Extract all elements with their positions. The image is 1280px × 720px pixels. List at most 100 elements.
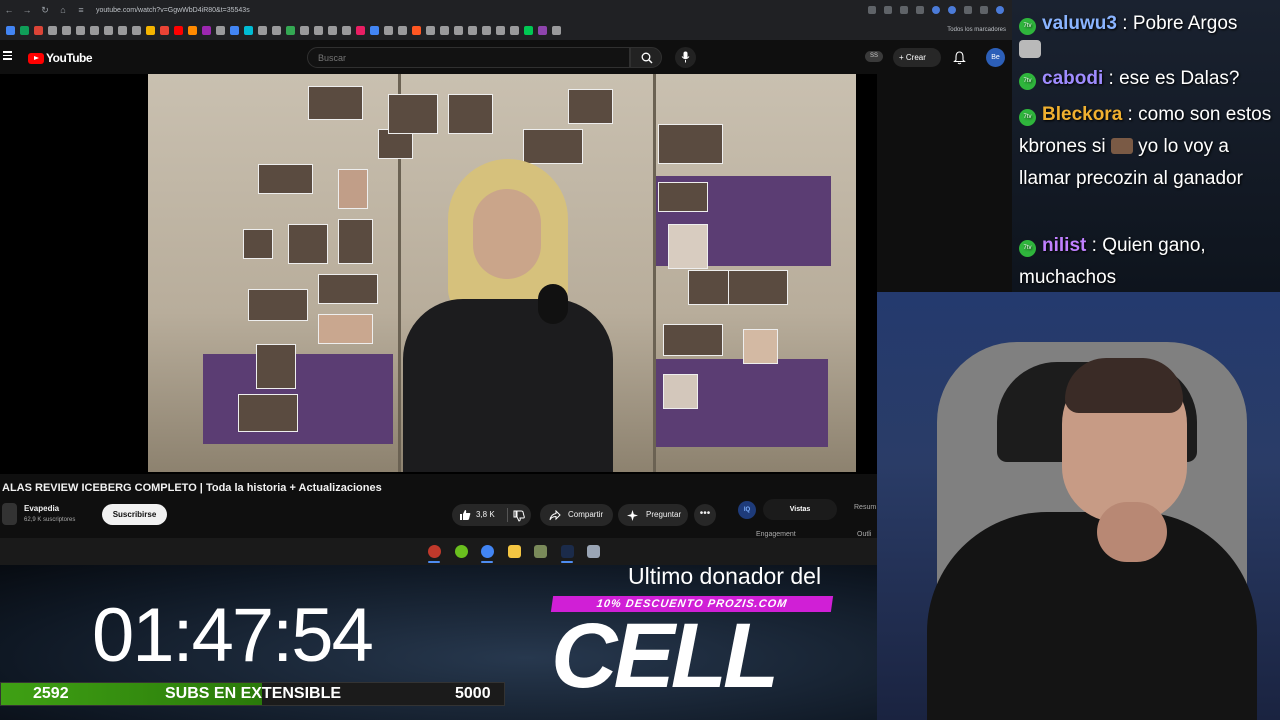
bookmark-icon[interactable]: [370, 25, 379, 35]
bookmark-icon[interactable]: [412, 25, 421, 35]
bookmark-icon[interactable]: [216, 25, 225, 35]
chat-emote-icon: [1019, 40, 1041, 58]
obs-icon[interactable]: [428, 545, 441, 558]
search-button[interactable]: [630, 47, 662, 68]
bookmark-icon[interactable]: [468, 25, 477, 35]
youtube-logo[interactable]: YouTube: [28, 51, 93, 65]
bookmark-icon[interactable]: [20, 25, 29, 35]
bookmark-icon[interactable]: [510, 25, 519, 35]
chat-text: ese es Dalas?: [1119, 68, 1240, 89]
extension-icon[interactable]: [932, 6, 940, 14]
bookmark-icon[interactable]: [300, 25, 309, 35]
wall-photo: [318, 314, 373, 344]
channel-avatar[interactable]: [2, 503, 17, 525]
bookmark-icon[interactable]: [426, 25, 435, 35]
youtube-header: YouTube: [0, 40, 1012, 74]
subscribe-button[interactable]: Suscribirse: [102, 504, 167, 525]
extension-icon[interactable]: [948, 6, 956, 14]
bookmark-icon[interactable]: [258, 25, 267, 35]
sparkle-icon: [627, 510, 638, 521]
chat-emote-icon: [1110, 138, 1133, 154]
bookmark-icon[interactable]: [552, 25, 561, 35]
bookmark-icon[interactable]: [384, 25, 393, 35]
7tv-badge-icon: 7tv: [1019, 18, 1036, 35]
extensions-puzzle-icon[interactable]: [964, 6, 972, 14]
bookmark-icon[interactable]: [538, 25, 547, 35]
star-icon[interactable]: [916, 6, 924, 14]
ask-button[interactable]: Preguntar: [618, 504, 688, 526]
outlier-label: Outli: [857, 531, 872, 538]
downloads-icon[interactable]: [980, 6, 988, 14]
bookmark-icon[interactable]: [230, 25, 239, 35]
profile-icon[interactable]: [996, 6, 1004, 14]
bookmark-icon[interactable]: [524, 25, 533, 35]
bookmark-icon[interactable]: [272, 25, 281, 35]
bookmark-icon[interactable]: [34, 25, 43, 35]
menu-icon[interactable]: [3, 51, 12, 60]
search-input[interactable]: [308, 48, 629, 68]
zoom-icon[interactable]: [868, 6, 876, 14]
video-player[interactable]: [0, 74, 877, 474]
bookmark-icon[interactable]: [398, 25, 407, 35]
bookmark-icon[interactable]: [314, 25, 323, 35]
bookmark-icon[interactable]: [286, 25, 295, 35]
tab-resumen[interactable]: Resum: [854, 504, 876, 511]
chat-message: 7tv nilist : Quien gano, muchachos: [1019, 235, 1206, 288]
ss-badge[interactable]: SS: [865, 51, 883, 62]
forward-icon[interactable]: →: [18, 5, 36, 15]
thumbs-up-icon[interactable]: [459, 509, 471, 521]
thumbs-down-icon[interactable]: [513, 510, 525, 522]
site-info-icon[interactable]: ≡: [72, 5, 90, 15]
bookmark-icon[interactable]: [132, 25, 141, 35]
app-icon[interactable]: [587, 545, 600, 558]
bookmark-icon[interactable]: [496, 25, 505, 35]
purple-panel: [203, 354, 393, 444]
bookmark-icon[interactable]: [76, 25, 85, 35]
bookmark-icon[interactable]: [356, 25, 365, 35]
photoshop-icon[interactable]: [560, 545, 574, 558]
stream-chat: 7tv valuwu3 : Pobre Argos 7tv cabodi : ese…: [1012, 0, 1280, 292]
account-avatar[interactable]: Be: [986, 48, 1005, 67]
bookmark-icon[interactable]: [118, 25, 127, 35]
bookmark-icon[interactable]: [328, 25, 337, 35]
wall-photo: [448, 94, 493, 134]
bookmark-icon[interactable]: [440, 25, 449, 35]
bookmark-icon[interactable]: [188, 25, 197, 35]
minecraft-icon[interactable]: [534, 545, 547, 558]
more-actions-button[interactable]: •••: [694, 504, 716, 526]
home-icon[interactable]: ⌂: [54, 5, 72, 15]
chat-message: 7tv valuwu3 : Pobre Argos: [1019, 8, 1275, 40]
folder-icon[interactable]: [507, 545, 521, 558]
subs-goal-count: 5000: [455, 685, 491, 702]
bookmark-icon[interactable]: [104, 25, 113, 35]
bookmark-icon[interactable]: [244, 25, 253, 35]
bookmark-icon[interactable]: [62, 25, 71, 35]
bookmark-icon[interactable]: [342, 25, 351, 35]
share-button[interactable]: Compartir: [540, 504, 613, 526]
iq-extension-icon[interactable]: IQ: [738, 501, 756, 519]
chrome-icon[interactable]: [481, 545, 494, 558]
bookmark-icon[interactable]: [160, 25, 169, 35]
bookmark-icon[interactable]: [202, 25, 211, 35]
bookmark-icon[interactable]: [174, 25, 183, 35]
bookmark-icon[interactable]: [482, 25, 491, 35]
bookmark-icon[interactable]: [454, 25, 463, 35]
reload-icon[interactable]: ↻: [36, 5, 54, 16]
subs-current-count: 2592: [33, 685, 69, 702]
bookmark-icon[interactable]: [146, 25, 155, 35]
wall-photo: [568, 89, 613, 124]
channel-name[interactable]: Evapedia: [24, 504, 59, 513]
tab-vistas[interactable]: Vistas: [763, 499, 837, 520]
all-bookmarks-folder[interactable]: Todos los marcadores: [947, 27, 1006, 33]
notifications-bell-icon[interactable]: [953, 51, 966, 65]
url-field[interactable]: youtube.com/watch?v=GgwWbD4iR80&t=35543s: [96, 7, 868, 14]
share-icon[interactable]: [884, 6, 892, 14]
bookmark-icon[interactable]: [6, 25, 15, 35]
bookmark-icon[interactable]: [48, 25, 57, 35]
create-button[interactable]: + Crear: [893, 48, 941, 67]
back-icon[interactable]: ←: [0, 5, 18, 15]
voice-search-button[interactable]: [675, 47, 696, 68]
xbox-icon[interactable]: [454, 545, 468, 558]
bookmark-icon[interactable]: [90, 25, 99, 35]
download-icon[interactable]: [900, 6, 908, 14]
